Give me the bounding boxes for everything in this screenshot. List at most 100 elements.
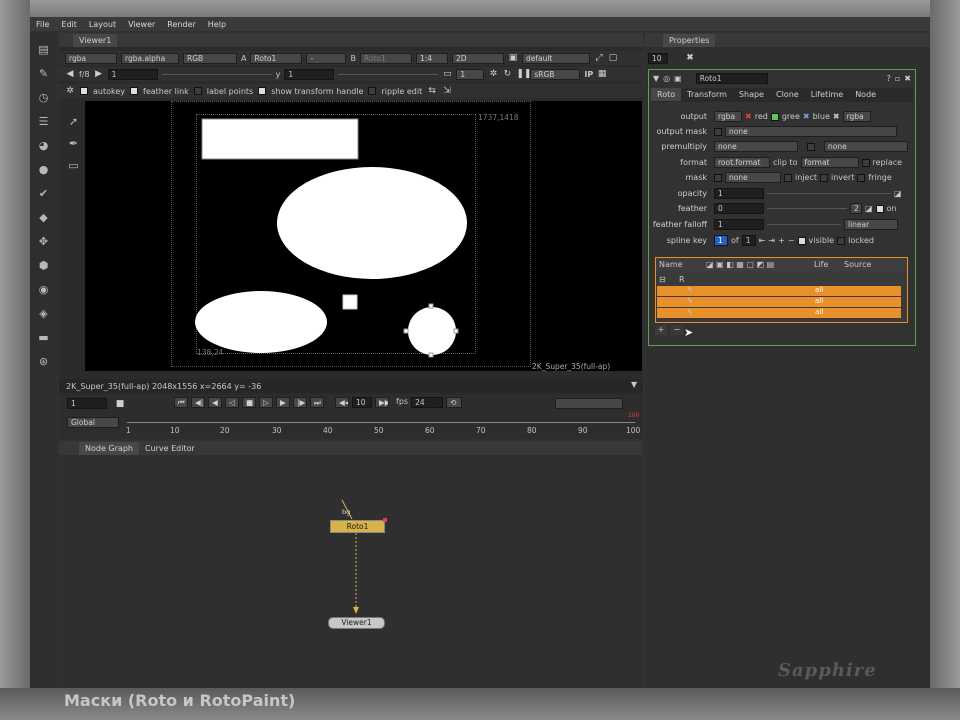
visible-checkbox[interactable] [797,236,806,245]
3d-icon[interactable]: ⬢ [37,259,50,272]
remove-curve-button[interactable]: − [671,325,683,335]
prev-key-button[interactable]: ◀| [191,397,205,408]
menu-help[interactable]: Help [202,20,232,29]
monitor-icon[interactable]: ▭ [442,69,452,79]
ripple-icon[interactable]: ⇲ [442,86,452,96]
locked-checkbox[interactable] [837,236,846,245]
skip-back-button[interactable]: ◀◀ [335,397,349,408]
channel-icon[interactable]: ☰ [37,115,50,128]
output-mask-select[interactable]: none [725,126,897,137]
grid-icon[interactable]: ▦ [597,69,607,79]
lut-select[interactable]: default [521,52,590,64]
transform-icon[interactable]: ✥ [37,235,50,248]
feather-channels-button[interactable]: 2 [850,203,862,214]
menu-viewer[interactable]: Viewer [122,20,161,29]
expand-icon[interactable]: ⊟ [659,275,679,284]
feather-on-checkbox[interactable] [875,204,884,213]
feather-field[interactable]: 0 [714,203,764,214]
tab-clone[interactable]: Clone [770,88,805,101]
tab-lifetime[interactable]: Lifetime [805,88,850,101]
viewer1-node[interactable]: Viewer1 [328,617,385,629]
tab-viewer1[interactable]: Viewer1 [73,33,118,47]
next-icon[interactable]: ▶ [94,69,104,79]
life-header[interactable]: Life [814,260,844,269]
gamma-field[interactable]: 1 [284,68,335,80]
feather-slider[interactable] [767,208,847,209]
feather-link-checkbox[interactable] [130,87,139,95]
feather-falloff-slider[interactable] [767,224,841,225]
gain-field[interactable]: 1 [107,68,158,80]
output-mask-checkbox[interactable] [714,127,722,136]
menu-file[interactable]: File [30,20,55,29]
menu-edit[interactable]: Edit [55,20,83,29]
a-input-select[interactable]: Roto1 [250,52,303,64]
camera-icon[interactable]: ▣ [508,53,518,63]
output-alpha-select[interactable]: rgba [842,111,871,122]
collapse-icon[interactable]: ▼ [653,74,659,83]
gear-icon[interactable]: ✲ [488,69,498,79]
format-select[interactable]: root.format [714,157,770,168]
views-icon[interactable]: ◉ [37,283,50,296]
control-point[interactable] [428,303,434,309]
step-back-button[interactable]: ◀ [208,397,222,408]
step-forward-button[interactable]: ▶ [276,397,290,408]
display-select[interactable]: RGB [183,52,237,64]
red-check-icon[interactable]: ✖ [745,112,752,121]
large-ellipse-shape[interactable] [277,167,467,279]
pause-icon[interactable]: ❚❚ [516,69,531,79]
falloff-type-select[interactable]: linear [844,219,898,230]
mask-checkbox[interactable] [714,173,722,182]
clear-panels-icon[interactable]: ✖ [685,53,695,63]
timeline-slider[interactable] [127,422,635,423]
green-checkbox[interactable] [770,112,779,121]
autokey-checkbox[interactable] [80,87,88,95]
help-icon[interactable]: ? [887,74,891,83]
filter-icon[interactable]: ● [37,163,50,176]
increment-field[interactable]: 10 [352,397,372,408]
max-panels-field[interactable]: 10 [648,53,668,64]
image-icon[interactable]: ▤ [37,43,50,56]
b-input-select[interactable]: Roto1 [359,52,412,64]
delete-key-icon[interactable]: − [788,236,795,245]
table-row[interactable]: ✎ all [657,297,901,307]
show-transform-checkbox[interactable] [258,87,267,95]
last-frame-button[interactable]: ⏭ [310,397,324,408]
frame-select[interactable]: 1 [456,68,485,80]
points-tool-icon[interactable]: ✒ [67,137,80,150]
ripple-options-icon[interactable]: ⇆ [427,86,437,96]
animation-icon[interactable]: ◪ [865,204,873,213]
alpha-check-icon[interactable]: ✖ [833,112,840,121]
select-arrow-icon[interactable]: ➚ [67,115,80,128]
draw-icon[interactable]: ✎ [37,67,50,80]
ripple-edit-checkbox[interactable] [368,87,377,95]
name-header[interactable]: Name [656,260,706,269]
fit-icon[interactable]: ⤢ [594,53,604,63]
proxy-select[interactable]: 1:4 [415,52,448,64]
roto-settings-icon[interactable]: ✲ [65,86,75,96]
table-row[interactable]: ✎ all [657,286,901,296]
plugins-icon[interactable]: ⊛ [37,355,50,368]
control-point[interactable] [428,352,434,358]
add-curve-button[interactable]: + [655,325,667,335]
tab-shape[interactable]: Shape [733,88,770,101]
metadata-icon[interactable]: ◈ [37,307,50,320]
next-key-button[interactable]: |▶ [293,397,307,408]
opacity-slider[interactable] [767,193,891,194]
opacity-field[interactable]: 1 [714,188,764,199]
menu-layout[interactable]: Layout [83,20,122,29]
dropdown-icon[interactable]: ▼ [631,380,637,389]
output-select[interactable]: rgba [714,111,742,122]
range-field[interactable] [555,398,623,409]
curves-table[interactable]: Name ◪ ▣ ◧ ▦ ▢ ◩ ▤ Life Source ⊟ R ✎ all… [655,257,908,323]
inject-checkbox[interactable] [784,173,792,182]
ip-button[interactable]: IP [584,70,593,79]
gain-slider[interactable] [161,73,272,75]
tab-curve-editor[interactable]: Curve Editor [139,442,201,455]
table-row[interactable]: ⊟ R [659,274,903,284]
blue-check-icon[interactable]: ✖ [803,112,810,121]
fullframe-icon[interactable]: ▢ [608,53,618,63]
fps-field[interactable]: 24 [411,397,444,408]
current-frame-field[interactable]: 1 [67,398,107,409]
close-icon[interactable]: ✖ [904,74,915,83]
invert-checkbox[interactable] [819,173,828,182]
